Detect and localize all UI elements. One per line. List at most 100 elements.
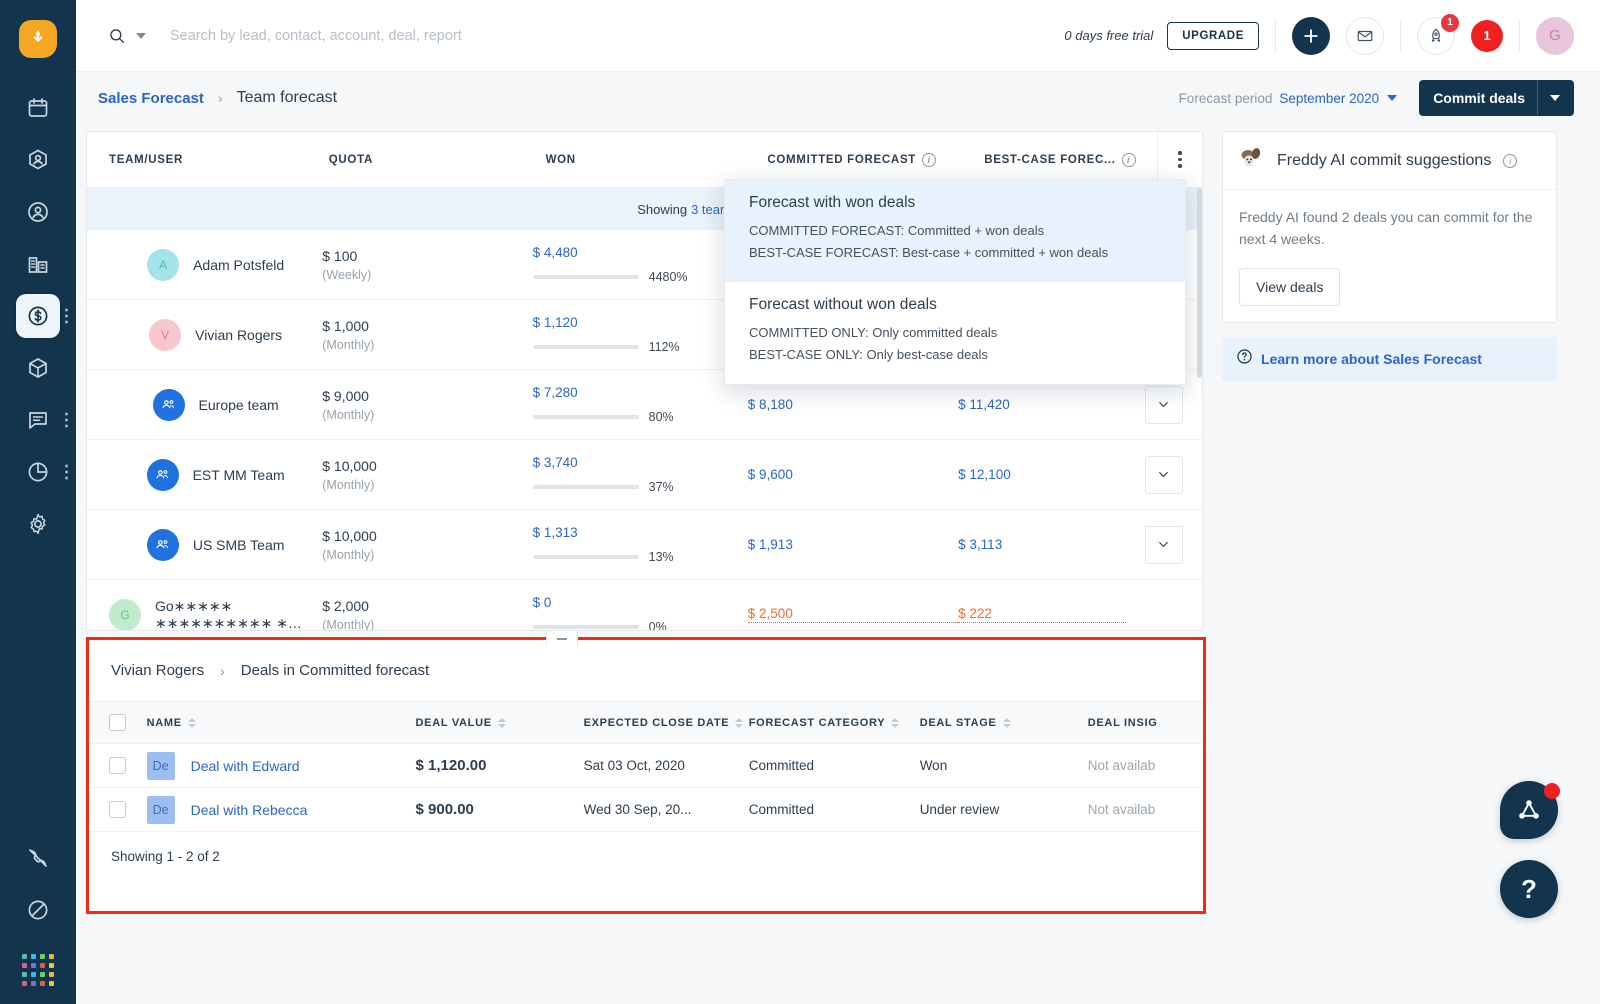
sort-icon[interactable] bbox=[735, 717, 744, 728]
best-case-cell: $ 12,100 bbox=[958, 467, 1125, 482]
best-case-amount[interactable]: $ 3,113 bbox=[958, 537, 1125, 552]
search-scope-chevron-down-icon[interactable] bbox=[136, 32, 146, 39]
sidebar-item-leads[interactable] bbox=[0, 186, 76, 238]
row-name[interactable]: Vivian Rogers bbox=[195, 327, 282, 343]
sidebar-item-products[interactable] bbox=[0, 342, 76, 394]
sidebar-item-do-not-disturb[interactable] bbox=[0, 884, 76, 936]
info-icon[interactable]: i bbox=[1121, 152, 1136, 167]
quota-amount: $ 2,000 bbox=[322, 597, 369, 614]
forecast-period-chevron-down-icon[interactable] bbox=[1387, 95, 1398, 101]
won-amount[interactable]: $ 7,280 bbox=[533, 385, 748, 400]
sidebar-item-phone-off[interactable] bbox=[0, 832, 76, 884]
sidebar-item-sales-forecast[interactable] bbox=[0, 290, 76, 342]
column-header-deal-value-label: DEAL VALUE bbox=[415, 716, 492, 729]
sidebar-item-overflow-dots[interactable] bbox=[65, 412, 68, 428]
forecast-mode-dropdown-menu[interactable]: Forecast with won deals COMMITTED FORECA… bbox=[724, 179, 1186, 385]
sidebar-item-accounts[interactable] bbox=[0, 238, 76, 290]
deals-panel-user[interactable]: Vivian Rogers bbox=[111, 662, 204, 679]
sort-icon[interactable] bbox=[497, 717, 506, 728]
column-header-committed-forecast[interactable]: COMMITTED FORECAST i bbox=[767, 152, 984, 167]
deals-panel-collapse-handle[interactable] bbox=[546, 630, 578, 646]
row-name[interactable]: EST MM Team bbox=[193, 467, 285, 483]
committed-amount[interactable]: $ 1,913 bbox=[748, 537, 958, 552]
help-fab-button[interactable]: ? bbox=[1500, 860, 1558, 918]
sidebar-item-reports[interactable] bbox=[0, 446, 76, 498]
sort-icon[interactable] bbox=[891, 717, 900, 728]
sort-icon[interactable] bbox=[187, 717, 196, 728]
add-new-button[interactable] bbox=[1292, 16, 1330, 55]
sort-icon[interactable] bbox=[1002, 717, 1011, 728]
won-amount[interactable]: $ 1,120 bbox=[533, 315, 748, 330]
commit-deals-chevron-down-icon[interactable] bbox=[1550, 95, 1560, 101]
sidebar-item-overflow-dots[interactable] bbox=[65, 308, 68, 324]
app-grid-dot bbox=[49, 972, 54, 977]
column-header-team-user[interactable]: TEAM/USER bbox=[87, 154, 329, 166]
won-amount[interactable]: $ 4,480 bbox=[533, 245, 748, 260]
deal-row[interactable]: De Deal with Edward $ 1,120.00 Sat 03 Oct, … bbox=[89, 744, 1203, 788]
deal-row-checkbox[interactable] bbox=[109, 801, 127, 818]
breadcrumb-sales-forecast[interactable]: Sales Forecast bbox=[98, 90, 204, 107]
select-all-checkbox[interactable] bbox=[109, 714, 127, 731]
sidebar-item-overflow-dots[interactable] bbox=[65, 464, 68, 480]
alerts-badge-button[interactable]: 1 bbox=[1471, 19, 1503, 52]
best-case-amount[interactable]: $ 222 bbox=[958, 606, 1126, 623]
deal-row[interactable]: De Deal with Rebecca $ 900.00 Wed 30 Sep, 2… bbox=[89, 788, 1203, 832]
committed-amount[interactable]: $ 9,600 bbox=[748, 467, 958, 482]
committed-amount[interactable]: $ 8,180 bbox=[748, 397, 958, 412]
won-amount[interactable]: $ 0 bbox=[533, 595, 748, 610]
row-name[interactable]: Go∗∗∗∗∗ ∗∗∗∗∗∗∗∗∗∗ ∗… bbox=[155, 598, 322, 631]
column-header-deal-value[interactable]: DEAL VALUE bbox=[416, 717, 584, 729]
chat-icon bbox=[16, 398, 60, 442]
expand-row-chevron-down-icon[interactable] bbox=[1144, 385, 1183, 424]
sidebar-item-contacts[interactable] bbox=[0, 134, 76, 186]
committed-amount[interactable]: $ 2,500 bbox=[747, 606, 959, 623]
column-header-deal-insights[interactable]: DEAL INSIG bbox=[1088, 717, 1203, 729]
sidebar-item-conversations[interactable] bbox=[0, 394, 76, 446]
email-button[interactable] bbox=[1346, 16, 1384, 55]
column-header-won[interactable]: WON bbox=[546, 154, 768, 166]
table-row[interactable]: G Go∗∗∗∗∗ ∗∗∗∗∗∗∗∗∗∗ ∗… $ 2,000 (Monthly) $ … bbox=[87, 580, 1202, 631]
team-group-icon bbox=[152, 388, 185, 421]
menu-item-forecast-without-won-deals[interactable]: Forecast without won deals COMMITTED ONL… bbox=[725, 282, 1185, 384]
whats-new-rocket-button[interactable]: 1 bbox=[1417, 13, 1459, 55]
app-grid-dot bbox=[22, 954, 27, 959]
sidebar-item-settings[interactable] bbox=[0, 498, 76, 550]
table-row[interactable]: US SMB Team $ 10,000 (Monthly) $ 1,313 13% $ … bbox=[87, 510, 1202, 580]
row-name[interactable]: US SMB Team bbox=[193, 537, 285, 553]
freshworks-logo-icon[interactable] bbox=[19, 20, 57, 58]
table-scrollbar[interactable] bbox=[1197, 188, 1202, 378]
deal-name-link[interactable]: Deal with Rebecca bbox=[191, 802, 308, 818]
commit-deals-button[interactable]: Commit deals bbox=[1419, 80, 1574, 116]
global-search[interactable] bbox=[108, 27, 1064, 45]
sidebar-item-calendar[interactable] bbox=[0, 82, 76, 134]
column-header-best-case-forecast[interactable]: BEST-CASE FOREC... i bbox=[984, 152, 1156, 167]
learn-more-link[interactable]: Learn more about Sales Forecast bbox=[1261, 351, 1482, 367]
network-fab-button[interactable] bbox=[1500, 781, 1560, 839]
info-icon[interactable]: i bbox=[1503, 153, 1518, 168]
column-header-forecast-category[interactable]: FORECAST CATEGORY bbox=[749, 717, 920, 729]
menu-item-forecast-with-won-deals[interactable]: Forecast with won deals COMMITTED FORECA… bbox=[725, 180, 1185, 282]
best-case-amount[interactable]: $ 12,100 bbox=[958, 467, 1125, 482]
won-amount[interactable]: $ 3,740 bbox=[533, 455, 748, 470]
search-input[interactable] bbox=[170, 27, 690, 44]
upgrade-button[interactable]: UPGRADE bbox=[1167, 21, 1259, 50]
deal-row-checkbox[interactable] bbox=[109, 757, 127, 774]
forecast-period-value[interactable]: September 2020 bbox=[1279, 91, 1379, 106]
column-header-deal-stage[interactable]: DEAL STAGE bbox=[920, 717, 1088, 729]
column-header-quota[interactable]: QUOTA bbox=[329, 154, 546, 166]
column-header-name[interactable]: NAME bbox=[147, 717, 416, 729]
learn-more-banner[interactable]: Learn more about Sales Forecast bbox=[1222, 337, 1557, 381]
deal-name-link[interactable]: Deal with Edward bbox=[191, 758, 300, 774]
view-deals-button[interactable]: View deals bbox=[1239, 268, 1341, 306]
row-name[interactable]: Europe team bbox=[199, 397, 279, 413]
expand-row-chevron-down-icon[interactable] bbox=[1144, 455, 1183, 494]
row-name[interactable]: Adam Potsfeld bbox=[193, 257, 284, 273]
column-header-expected-close-date[interactable]: EXPECTED CLOSE DATE bbox=[584, 717, 749, 729]
app-grid-icon[interactable] bbox=[22, 954, 54, 986]
won-amount[interactable]: $ 1,313 bbox=[533, 525, 748, 540]
user-avatar[interactable]: G bbox=[1536, 16, 1574, 55]
table-row[interactable]: EST MM Team $ 10,000 (Monthly) $ 3,740 37% $ … bbox=[87, 440, 1202, 510]
expand-row-chevron-down-icon[interactable] bbox=[1144, 525, 1183, 564]
best-case-amount[interactable]: $ 11,420 bbox=[958, 397, 1125, 412]
info-icon[interactable]: i bbox=[922, 152, 937, 167]
